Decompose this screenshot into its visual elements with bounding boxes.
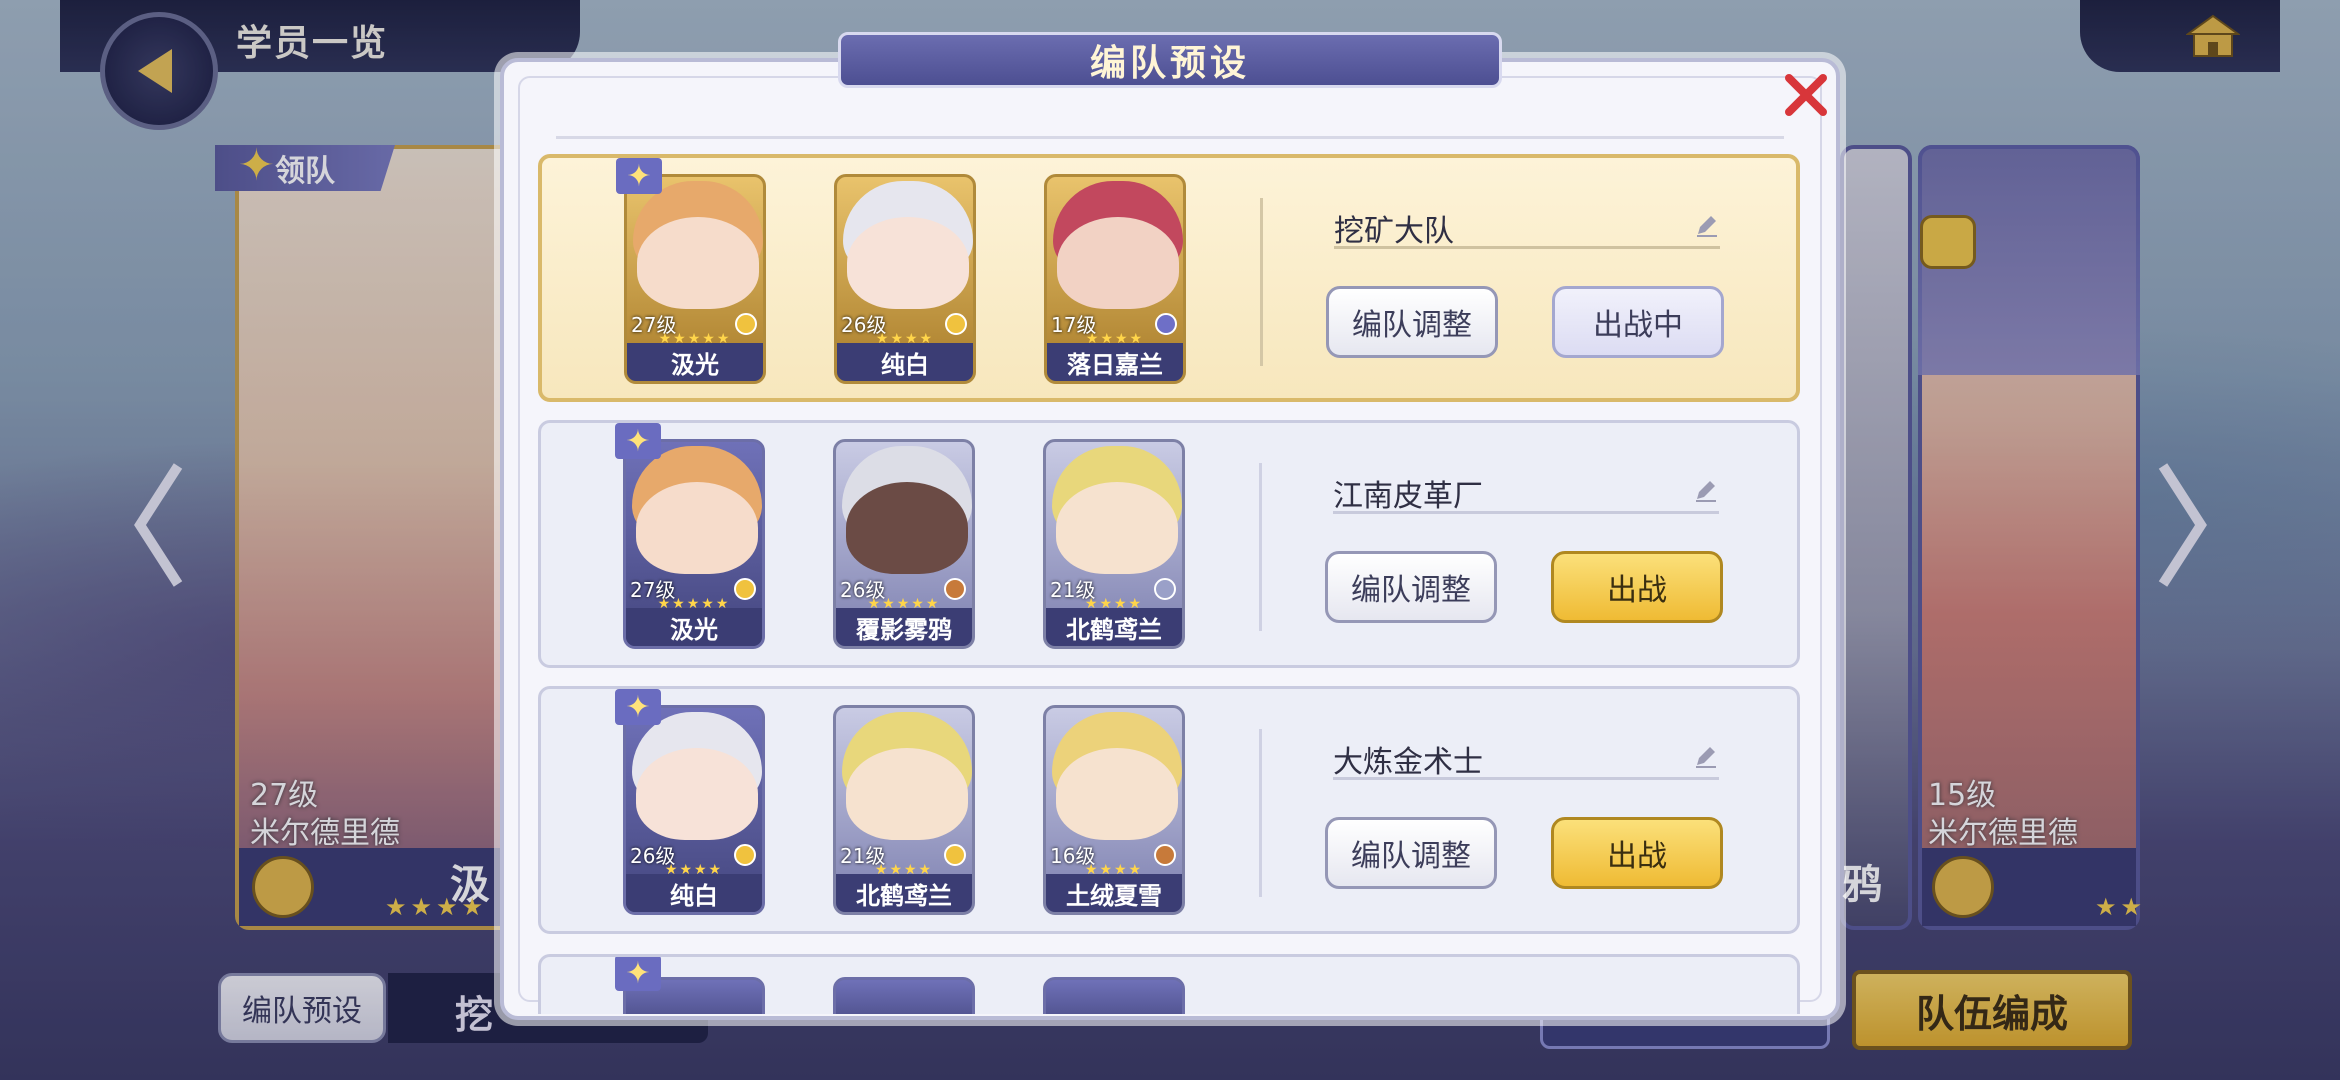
pencil-icon[interactable] [1693, 743, 1719, 769]
sparkle-star-icon: ✦ [615, 957, 661, 991]
sparkle-star-icon: ✦ [615, 423, 661, 459]
character-slot[interactable]: 21级 ★★★★ 北鹤鸢兰 [1043, 439, 1185, 649]
character-name: 纯白 [837, 343, 973, 381]
character-slot[interactable]: 26级 ★★★★ 纯白 [623, 705, 765, 915]
team-name-field[interactable]: 挖矿大队 [1334, 206, 1720, 249]
divider [1259, 463, 1262, 631]
sparkle-star-icon: ✦ [615, 689, 661, 725]
adjust-team-button[interactable]: 编队调整 [1325, 551, 1497, 623]
adjust-team-button[interactable]: 编队调整 [1326, 286, 1498, 358]
character-slot[interactable]: 26级 ★★★★ 纯白 [834, 174, 976, 384]
pencil-icon[interactable] [1693, 477, 1719, 503]
team-row: ✦ 27级 ★★★★★ 汲光 26级 ★★★★ 纯白 17级 ★★★★ 落日嘉兰… [538, 154, 1800, 402]
character-name: 北鹤鸢兰 [836, 874, 972, 912]
deploy-button[interactable]: 出战中 [1552, 286, 1724, 358]
character-slot[interactable]: 17级 ★★★★ 落日嘉兰 [1044, 174, 1186, 384]
character-name: 落日嘉兰 [1047, 343, 1183, 381]
character-slot[interactable]: 27级 ★★★★★ 汲光 [623, 439, 765, 649]
character-slot[interactable]: 26级 ★★★★★ 覆影雾鸦 [833, 439, 975, 649]
character-slot[interactable]: 16级 ★★★★ 土绒夏雪 [1043, 705, 1185, 915]
team-name: 大炼金术士 [1333, 746, 1483, 779]
character-name: 纯白 [626, 874, 762, 912]
character-slot[interactable]: 21级 ★★★★ 北鹤鸢兰 [833, 705, 975, 915]
team-name-field[interactable]: 大炼金术士 [1333, 737, 1719, 780]
modal-title: 编队预设 [1089, 42, 1250, 83]
pencil-icon[interactable] [1694, 212, 1720, 238]
divider [1260, 198, 1263, 366]
character-name: 土绒夏雪 [1046, 874, 1182, 912]
character-slot[interactable] [833, 977, 975, 1014]
adjust-team-button[interactable]: 编队调整 [1325, 817, 1497, 889]
deploy-button[interactable]: 出战 [1551, 817, 1723, 889]
modal-header: 编队预设 [838, 32, 1502, 88]
character-name: 北鹤鸢兰 [1046, 608, 1182, 646]
team-row: ✦ 27级 ★★★★★ 汲光 26级 ★★★★★ 覆影雾鸦 21级 ★★★★ 北… [538, 420, 1800, 668]
team-row: ✦ 26级 ★★★★ 纯白 21级 ★★★★ 北鹤鸢兰 16级 ★★★★ 土绒夏… [538, 686, 1800, 934]
sparkle-star-icon: ✦ [616, 158, 662, 194]
divider [1259, 729, 1262, 897]
team-name-field[interactable]: 江南皮革厂 [1333, 471, 1719, 514]
team-row-partial: ✦ [538, 954, 1800, 1014]
character-slot[interactable]: 27级 ★★★★★ 汲光 [624, 174, 766, 384]
team-name: 挖矿大队 [1334, 215, 1454, 248]
team-name: 江南皮革厂 [1333, 480, 1483, 513]
deploy-button[interactable]: 出战 [1551, 551, 1723, 623]
character-name: 覆影雾鸦 [836, 608, 972, 646]
scroll-top-edge [556, 120, 1784, 139]
character-slot[interactable] [1043, 977, 1185, 1014]
close-icon[interactable] [1783, 72, 1829, 118]
character-name: 汲光 [626, 608, 762, 646]
character-name: 汲光 [627, 343, 763, 381]
